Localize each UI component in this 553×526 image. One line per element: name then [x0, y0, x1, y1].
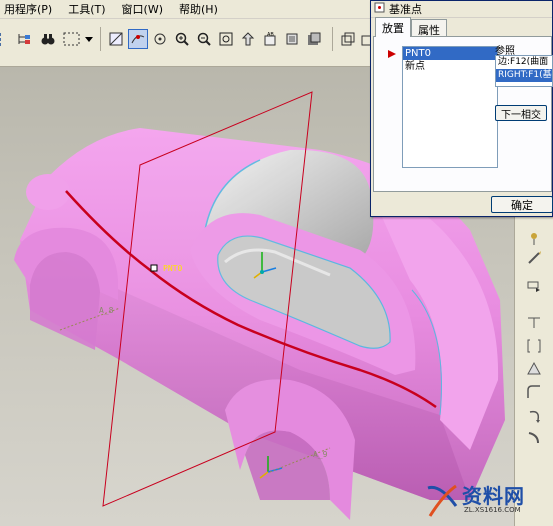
round-icon[interactable]	[523, 381, 545, 403]
pin-icon[interactable]	[523, 227, 545, 249]
datum-plane-icon[interactable]	[106, 29, 126, 49]
shading-icon[interactable]	[304, 29, 324, 49]
saved-views-icon[interactable]: AB	[260, 29, 280, 49]
extrude-arrow-icon[interactable]	[523, 275, 545, 297]
refit-icon[interactable]	[216, 29, 236, 49]
tab-placement[interactable]: 放置	[375, 17, 411, 37]
point-label: PNT0	[163, 264, 183, 273]
dialog-titlebar[interactable]: 基准点	[371, 1, 552, 18]
svg-text:AB: AB	[267, 32, 274, 38]
tree-icon[interactable]	[14, 29, 34, 49]
menu-bar: 用程序(P) 工具(T) 窗口(W) 帮助(H)	[0, 0, 372, 19]
sketch-pen-icon[interactable]	[523, 247, 545, 269]
rotate-arrow-icon[interactable]	[523, 405, 545, 427]
reference-list[interactable]: 边:F12(曲面 RIGHT:F1(基	[495, 55, 553, 87]
orient-icon[interactable]	[238, 29, 258, 49]
watermark-url: ZL.XS1616.COM	[464, 506, 521, 514]
placement-panel: PNT0 新点 参照 边:F12(曲面 RIGHT:F1(基 下一相交	[373, 36, 553, 192]
dialog-title: 基准点	[389, 3, 422, 16]
point-list[interactable]: PNT0 新点	[402, 46, 498, 168]
list-item[interactable]: PNT0	[403, 47, 497, 60]
menu-tools[interactable]: 工具(T)	[64, 1, 109, 17]
list-item[interactable]: 新点	[403, 60, 497, 73]
wireframe-icon[interactable]	[338, 29, 358, 49]
datum-point-marker	[150, 264, 158, 272]
datum-point-dialog: 基准点 放置 属性 PNT0 新点 参照 边:F12(曲面 RIGHT:F1(基…	[370, 0, 553, 217]
binoculars-icon[interactable]	[38, 29, 58, 49]
axis-label-a8: A_8	[99, 306, 114, 315]
dropdown-arrow-icon[interactable]	[84, 29, 94, 49]
draft-icon[interactable]	[523, 357, 545, 379]
watermark: 资料网 ZL.XS1616.COM	[424, 478, 553, 526]
datum-point-icon[interactable]	[128, 29, 148, 49]
shell-icon[interactable]	[523, 427, 545, 449]
next-intersection-button[interactable]: 下一相交	[495, 105, 547, 121]
xs-logo-icon	[426, 480, 460, 523]
select-box-icon[interactable]	[60, 29, 84, 49]
axis-label-a9: A_9	[313, 450, 328, 459]
list-item[interactable]: RIGHT:F1(基	[496, 69, 552, 82]
list-item[interactable]: 边:F12(曲面	[496, 56, 552, 69]
zoom-in-icon[interactable]	[172, 29, 192, 49]
tab-properties[interactable]: 属性	[411, 19, 447, 37]
zoom-out-icon[interactable]	[194, 29, 214, 49]
layers-icon[interactable]	[282, 29, 302, 49]
spin-center-icon[interactable]	[150, 29, 170, 49]
menu-help[interactable]: 帮助(H)	[175, 1, 222, 17]
red-arrow-icon	[388, 48, 396, 61]
toolbar: AB	[0, 19, 372, 67]
bracket-icon[interactable]	[523, 335, 545, 357]
grid-icon[interactable]	[0, 29, 14, 49]
menu-applications[interactable]: 用程序(P)	[0, 1, 56, 17]
menu-window[interactable]: 窗口(W)	[118, 1, 167, 17]
dialog-icon	[374, 2, 385, 16]
ok-button[interactable]: 确定	[491, 196, 553, 213]
watermark-text: 资料网	[462, 484, 525, 508]
trim-icon[interactable]	[523, 311, 545, 333]
